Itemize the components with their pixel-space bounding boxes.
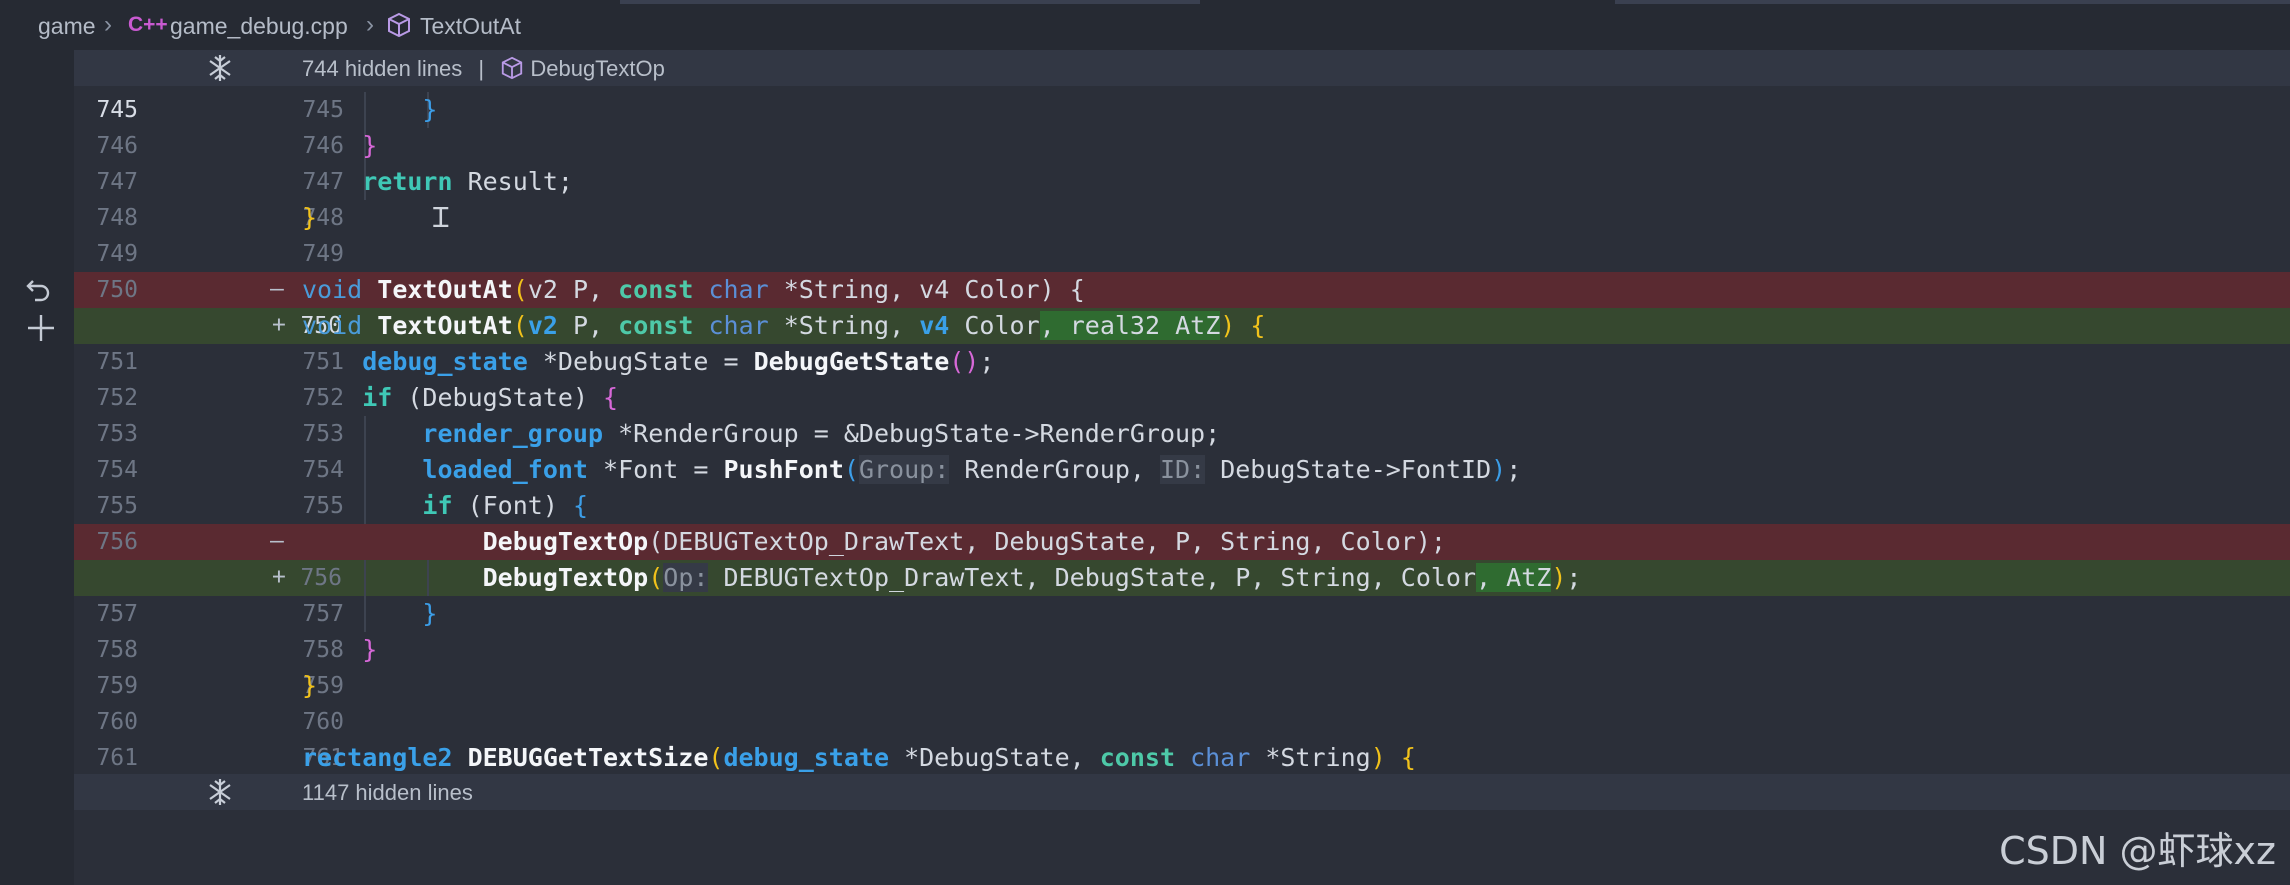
line-number-original: 747 — [96, 169, 138, 195]
hidden-symbol[interactable]: DebugTextOp — [530, 56, 665, 81]
scroll-indicator — [620, 0, 1200, 4]
code-text: } — [422, 599, 438, 628]
diff-line: 752 752 if (DebugState) { — [74, 380, 2290, 416]
line-number-original: 750 — [96, 277, 138, 303]
line-number-original: 748 — [96, 205, 138, 231]
watermark: CSDN @虾球xz — [1999, 829, 2276, 873]
diff-added-marker: + — [272, 312, 286, 338]
chevron-right-icon: › — [104, 11, 112, 38]
diff-removed-marker: — — [270, 528, 284, 554]
diff-line: 759 759 } — [74, 668, 2290, 704]
code-text: } — [302, 203, 318, 232]
add-icon[interactable] — [24, 311, 58, 347]
symbol-method-icon — [386, 12, 412, 44]
code-text: debug_state *DebugState = DebugGetState(… — [362, 347, 995, 376]
line-number-original: 754 — [96, 457, 138, 483]
diff-line: 755 755 if (Font) { — [74, 488, 2290, 524]
diff-line: 749 749 — [74, 236, 2290, 272]
hidden-lines-count: 1147 hidden lines — [302, 780, 473, 805]
line-number-original: 758 — [96, 637, 138, 663]
revert-change-icon[interactable] — [24, 275, 58, 311]
diff-line: 747 747 return Result; — [74, 164, 2290, 200]
hidden-lines-bottom[interactable]: 1147 hidden lines — [74, 774, 2290, 810]
diff-line-added: 756 + DebugTextOp(Op: DEBUGTextOp_DrawTe… — [74, 560, 2290, 596]
line-number-original: 761 — [96, 745, 138, 771]
breadcrumb: game › C++ game_debug.cpp › TextOutAt — [0, 0, 2290, 50]
diff-line-deleted: 756 — DebugTextOp(DEBUGTextOp_DrawText, … — [74, 524, 2290, 560]
line-number-original: 752 — [96, 385, 138, 411]
diff-line: 754 754 loaded_font *Font = PushFont(Gro… — [74, 452, 2290, 488]
line-number-original: 746 — [96, 133, 138, 159]
diff-line: 746 746 } — [74, 128, 2290, 164]
code-text: } — [302, 671, 318, 700]
code-text: DebugTextOp(Op: DEBUGTextOp_DrawText, De… — [482, 563, 1582, 592]
code-text: render_group *RenderGroup = &DebugState-… — [422, 419, 1221, 448]
code-text: if (Font) { — [422, 491, 589, 520]
code-text: void TextOutAt(v2 P, const char *String,… — [302, 275, 1085, 304]
line-number-modified: 749 — [302, 241, 344, 267]
line-number-original: 745 — [96, 97, 138, 123]
breadcrumb-file[interactable]: game_debug.cpp — [170, 13, 348, 40]
diff-line: 757 757 } — [74, 596, 2290, 632]
unfold-icon[interactable] — [206, 777, 234, 813]
code-text: if (DebugState) { — [362, 383, 619, 412]
line-number-original: 753 — [96, 421, 138, 447]
code-text: DebugTextOp(DEBUGTextOp_DrawText, DebugS… — [482, 527, 1446, 556]
diff-line: 748 748 } — [74, 200, 2290, 236]
code-text: loaded_font *Font = PushFont(Group: Rend… — [422, 455, 1522, 484]
symbol-method-icon — [502, 56, 523, 80]
diff-line: 745 745 } — [74, 92, 2290, 128]
hidden-lines-top[interactable]: 744 hidden lines | DebugTextOp — [74, 50, 2290, 86]
breadcrumb-symbol[interactable]: TextOutAt — [420, 13, 521, 40]
line-number-modified: 760 — [302, 709, 344, 735]
diff-removed-marker: — — [270, 276, 284, 302]
code-text: } — [362, 635, 378, 664]
line-number-original: 759 — [96, 673, 138, 699]
line-number-original: 749 — [96, 241, 138, 267]
line-number-original: 755 — [96, 493, 138, 519]
chevron-right-icon: › — [366, 11, 374, 38]
text-cursor-icon: Ɪ — [433, 201, 449, 234]
cpp-file-icon: C++ — [128, 13, 168, 36]
diff-added-marker: + — [272, 564, 286, 590]
diff-line: 758 758 } — [74, 632, 2290, 668]
diff-actions — [24, 275, 58, 347]
hidden-lines-count: 744 hidden lines — [302, 56, 463, 81]
inlay-hint: ID: — [1159, 455, 1206, 484]
line-number-original: 756 — [96, 529, 138, 555]
code-text: rectangle2 DEBUGGetTextSize(debug_state … — [302, 743, 1416, 772]
diff-line: 751 751 debug_state *DebugState = DebugG… — [74, 344, 2290, 380]
line-number-original: 757 — [96, 601, 138, 627]
line-number-modified: 748 — [302, 205, 344, 231]
breadcrumb-folder[interactable]: game — [38, 13, 96, 40]
code-text: void TextOutAt(v2 P, const char *String,… — [302, 311, 1266, 340]
unfold-icon[interactable] — [206, 53, 234, 89]
diff-line: 760 760 — [74, 704, 2290, 740]
scroll-indicator-right — [1615, 0, 2290, 4]
action-gutter — [0, 50, 74, 885]
diff-line: 761 761 rectangle2 DEBUGGetTextSize(debu… — [74, 740, 2290, 776]
diff-line-added: 750 + void TextOutAt(v2 P, const char *S… — [74, 308, 2290, 344]
inlay-hint: Op: — [663, 563, 709, 592]
diff-line: 753 753 render_group *RenderGroup = &Deb… — [74, 416, 2290, 452]
code-text: } — [362, 131, 378, 160]
line-number-original: 751 — [96, 349, 138, 375]
separator: | — [478, 56, 485, 81]
code-text: return Result; — [362, 167, 573, 196]
diff-line-deleted: 750 — void TextOutAt(v2 P, const char *S… — [74, 272, 2290, 308]
line-number-modified: 759 — [302, 673, 344, 699]
inlay-hint: Group: — [858, 455, 950, 484]
code-text: } — [422, 95, 438, 124]
line-number-original: 760 — [96, 709, 138, 735]
